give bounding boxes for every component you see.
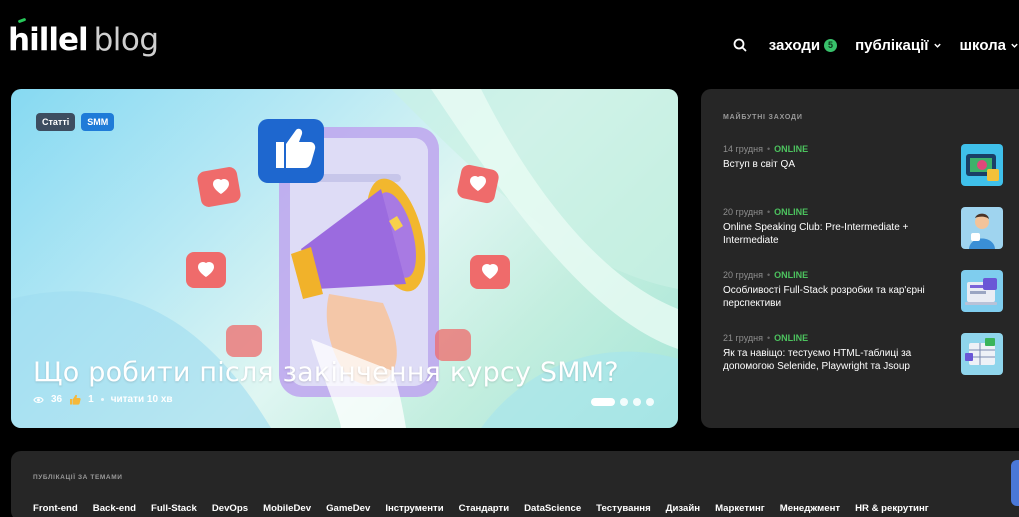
qa-thumb-icon[interactable] — [961, 144, 1003, 186]
top-nav: заходи 5 публікації школа — [729, 34, 1019, 56]
topic-link[interactable]: HR & рекрутинг — [855, 503, 929, 514]
event-title[interactable]: Особливості Full-Stack розробки та кар'є… — [723, 284, 933, 310]
topic-link[interactable]: MobileDev — [263, 503, 311, 514]
events-heading: МАЙБУТНІ ЗАХОДИ — [723, 114, 803, 121]
search-icon[interactable] — [729, 34, 751, 56]
logo-hillel: hillel — [8, 22, 89, 58]
nav-events[interactable]: заходи 5 — [768, 36, 838, 54]
event-title[interactable]: Як та навіщо: тестуємо HTML-таблиці за д… — [723, 347, 933, 373]
topic-link[interactable]: Дизайн — [666, 503, 700, 514]
hero-article-card[interactable]: Статті SMM Що робити після закінчення ку… — [11, 89, 678, 428]
eye-icon — [33, 396, 44, 403]
views-count: 36 — [51, 394, 63, 405]
likes-count: 1 — [88, 394, 94, 405]
carousel-dots — [591, 398, 654, 406]
event-date: 21 грудня — [723, 333, 763, 343]
event-title[interactable]: Online Speaking Club: Pre-Intermediate +… — [723, 221, 933, 247]
topic-link[interactable]: DevOps — [212, 503, 248, 514]
nav-publications[interactable]: публікації — [855, 37, 941, 54]
topic-link[interactable]: Тестування — [596, 503, 651, 514]
event-title[interactable]: Вступ в світ QA — [723, 158, 933, 171]
event-date: 20 грудня — [723, 270, 763, 280]
logo-blog: blog — [93, 22, 159, 58]
read-time: читати 10 хв — [110, 394, 173, 405]
html-tables-thumb-icon[interactable] — [961, 333, 1003, 375]
upcoming-events-panel: МАЙБУТНІ ЗАХОДИ 14 грудня • ONLINE Вступ… — [701, 89, 1019, 428]
event-mode: ONLINE — [774, 207, 809, 217]
topic-link[interactable]: Менеджмент — [780, 503, 840, 514]
side-scroll-button[interactable] — [1011, 460, 1019, 506]
carousel-dot-3[interactable] — [633, 398, 641, 406]
event-item[interactable]: 20 грудня • ONLINE Особливості Full-Stac… — [723, 270, 1013, 312]
carousel-dot-4[interactable] — [646, 398, 654, 406]
event-mode: ONLINE — [774, 270, 809, 280]
logo[interactable]: hillel blog — [8, 17, 159, 62]
thumbs-up-icon — [70, 394, 81, 405]
meta-separator — [100, 398, 104, 401]
carousel-dot-2[interactable] — [620, 398, 628, 406]
chevron-down-icon — [1011, 43, 1018, 48]
tag-smm[interactable]: SMM — [81, 113, 115, 131]
event-date-separator: • — [767, 333, 771, 343]
event-date-separator: • — [767, 207, 771, 217]
topics-panel: ПУБЛІКАЦІЇ ЗА ТЕМАМИ Front-end Back-end … — [11, 451, 1019, 517]
topic-link[interactable]: Front-end — [33, 503, 78, 514]
events-count-badge: 5 — [824, 38, 838, 52]
tag-articles[interactable]: Статті — [36, 113, 76, 131]
chevron-down-icon — [933, 43, 941, 48]
topic-link[interactable]: GameDev — [326, 503, 370, 514]
event-date: 20 грудня — [723, 207, 763, 217]
event-mode: ONLINE — [774, 333, 809, 343]
article-tags: Статті SMM — [36, 113, 115, 131]
topic-link[interactable]: Back-end — [93, 503, 136, 514]
fullstack-thumb-icon[interactable] — [961, 270, 1003, 312]
topic-link[interactable]: Стандарти — [459, 503, 510, 514]
nav-publications-label: публікації — [855, 36, 929, 54]
event-date-separator: • — [767, 270, 771, 280]
event-item[interactable]: 20 грудня • ONLINE Online Speaking Club:… — [723, 207, 1013, 249]
topics-list: Front-end Back-end Full-Stack DevOps Mob… — [33, 503, 944, 514]
topic-link[interactable]: Інструменти — [385, 503, 443, 514]
event-mode: ONLINE — [774, 144, 809, 154]
event-item[interactable]: 21 грудня • ONLINE Як та навіщо: тестуєм… — [723, 333, 1013, 375]
speaking-club-thumb-icon[interactable] — [961, 207, 1003, 249]
article-meta: 36 1 читати 10 хв — [33, 394, 173, 405]
topics-heading: ПУБЛІКАЦІЇ ЗА ТЕМАМИ — [33, 474, 123, 481]
nav-events-label: заходи — [768, 36, 821, 54]
topic-link[interactable]: Full-Stack — [151, 503, 197, 514]
topic-link[interactable]: Маркетинг — [715, 503, 765, 514]
carousel-dot-1[interactable] — [591, 398, 615, 406]
hero-article-title[interactable]: Що робити після закінчення курсу SMM? — [33, 357, 619, 388]
nav-school-label: школа — [959, 36, 1006, 54]
blog-page: hillel blog заходи 5 публікації школа Ст… — [0, 0, 1019, 517]
topic-link[interactable]: DataScience — [524, 503, 581, 514]
event-item[interactable]: 14 грудня • ONLINE Вступ в світ QA — [723, 144, 1013, 186]
event-date-separator: • — [767, 144, 771, 154]
nav-school[interactable]: школа — [960, 37, 1019, 54]
event-date: 14 грудня — [723, 144, 763, 154]
